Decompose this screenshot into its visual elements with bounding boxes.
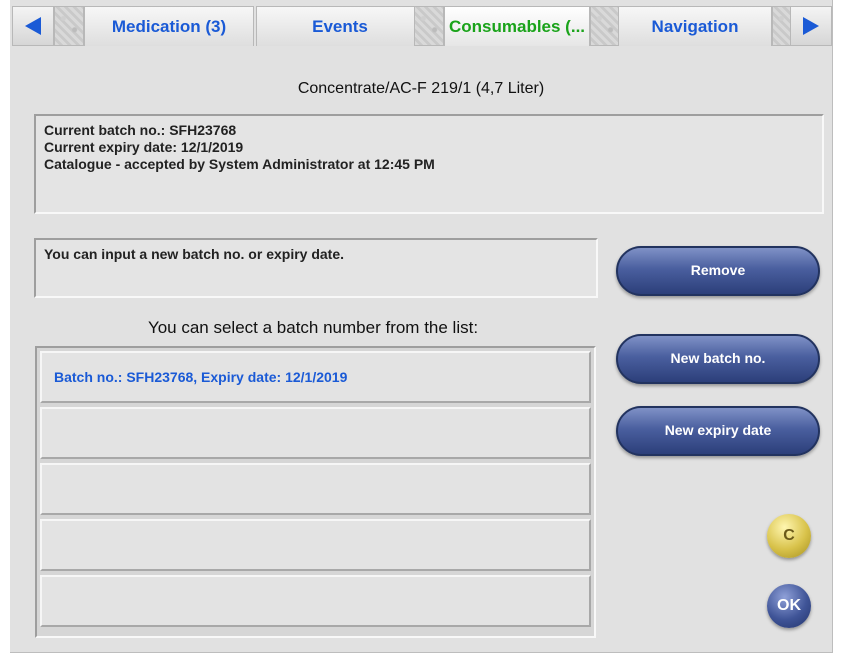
new-expiry-date-button[interactable]: New expiry date — [616, 406, 820, 456]
list-item[interactable]: Batch no.: SFH23768, Expiry date: 12/1/2… — [40, 351, 591, 403]
tab-bar: Medication (3) Events Consumables (... N… — [10, 6, 832, 46]
list-item[interactable] — [40, 407, 591, 459]
new-batch-button[interactable]: New batch no. — [616, 334, 820, 384]
list-title: You can select a batch number from the l… — [147, 318, 479, 337]
page-title: Concentrate/AC-F 219/1 (4,7 Liter) — [297, 80, 545, 97]
tab-navigation[interactable]: Navigation — [618, 6, 772, 46]
next-tab-arrow[interactable] — [790, 6, 832, 46]
tab-separator — [54, 6, 84, 46]
list-item[interactable] — [40, 575, 591, 627]
tab-medication[interactable]: Medication (3) — [84, 6, 254, 46]
remove-button[interactable]: Remove — [616, 246, 820, 296]
current-batch-line: Current batch no.: SFH23768 — [44, 122, 237, 138]
consumables-screen: Medication (3) Events Consumables (... N… — [10, 0, 833, 653]
arrow-left-icon — [25, 17, 41, 35]
input-hint-text: You can input a new batch no. or expiry … — [44, 246, 345, 262]
ok-button[interactable]: OK — [767, 584, 811, 628]
previous-tab-arrow[interactable] — [12, 6, 54, 46]
tab-events[interactable]: Events — [256, 6, 424, 46]
tab-separator — [590, 6, 620, 46]
input-hint-box: You can input a new batch no. or expiry … — [34, 238, 598, 298]
tab-consumables[interactable]: Consumables (... — [444, 6, 590, 46]
catalogue-line: Catalogue - accepted by System Administr… — [44, 156, 435, 172]
cancel-button[interactable]: C — [767, 514, 811, 558]
list-item[interactable] — [40, 463, 591, 515]
arrow-right-icon — [803, 17, 819, 35]
list-item[interactable] — [40, 519, 591, 571]
tab-separator — [414, 6, 444, 46]
current-expiry-line: Current expiry date: 12/1/2019 — [44, 139, 244, 155]
current-batch-info: Current batch no.: SFH23768 Current expi… — [34, 114, 824, 214]
batch-list: Batch no.: SFH23768, Expiry date: 12/1/2… — [35, 346, 596, 638]
